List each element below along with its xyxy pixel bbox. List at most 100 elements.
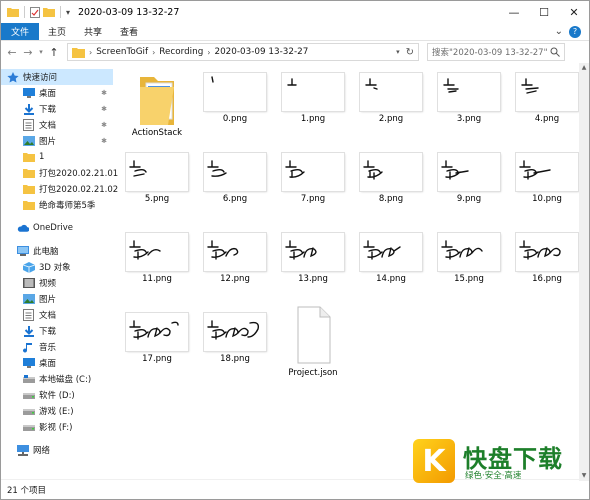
file-tile[interactable]: 4.png (509, 73, 585, 124)
nav-quick-item[interactable]: 桌面 ✱ (1, 85, 113, 101)
close-button[interactable]: ✕ (559, 1, 589, 23)
nav-item-label: 图片 (39, 137, 57, 147)
nav-quick-item[interactable]: 打包2020.02.21.02 (1, 181, 118, 197)
watermark-logo: K 快盘下载 绿色·安全·高速 (413, 437, 581, 487)
nav-pc-item[interactable]: 游戏 (E:) (1, 403, 113, 419)
back-button[interactable]: ← (5, 44, 19, 60)
breadcrumb-current[interactable]: 2020-03-09 13-32-27 (214, 47, 308, 57)
file-name: 10.png (532, 194, 562, 204)
pin-icon: ✱ (101, 121, 107, 129)
image-thumbnail (204, 313, 266, 351)
nav-pc-item[interactable]: 影视 (F:) (1, 419, 113, 435)
address-row: ← → ▾ ↑ › ScreenToGif › Recording › 2020… (1, 41, 589, 63)
nav-pc-item[interactable]: 音乐 (1, 339, 113, 355)
nav-pc-item[interactable]: 3D 对象 (1, 259, 113, 275)
watermark-k-icon: K (413, 439, 455, 483)
tab-view[interactable]: 查看 (111, 23, 147, 40)
nav-item-label: 打包2020.02.21.02 (39, 185, 119, 195)
nav-onedrive[interactable]: OneDrive (1, 220, 113, 236)
file-tile[interactable]: 9.png (431, 153, 507, 204)
nav-pc-item[interactable]: 软件 (D:) (1, 387, 113, 403)
search-input[interactable]: 搜索"2020-03-09 13-32-27" (427, 43, 565, 61)
expand-ribbon-icon[interactable]: ⌄ (555, 26, 563, 37)
nav-item-label: 此电脑 (33, 247, 59, 257)
file-tile[interactable]: 5.png (119, 153, 195, 204)
file-tile[interactable]: 10.png (509, 153, 585, 204)
file-name: 2.png (378, 114, 404, 124)
file-tile[interactable]: 11.png (119, 233, 195, 284)
file-tile[interactable]: 8.png (353, 153, 429, 204)
nav-quick-item[interactable]: 1 (1, 149, 113, 165)
recent-locations-button[interactable]: ▾ (37, 44, 45, 60)
file-name: ActionStack (131, 128, 183, 138)
file-tile[interactable]: 7.png (275, 153, 351, 204)
nav-pc-item[interactable]: 视频 (1, 275, 113, 291)
address-dropdown-icon[interactable]: ▾ (396, 48, 400, 56)
file-tile[interactable]: 3.png (431, 73, 507, 124)
computer-icon (17, 246, 29, 256)
nav-quick-item[interactable]: 下载 ✱ (1, 101, 113, 117)
file-name: 3.png (456, 114, 482, 124)
help-icon[interactable]: ? (569, 25, 581, 38)
properties-icon[interactable] (30, 6, 40, 18)
up-button[interactable]: ↑ (47, 44, 61, 60)
vertical-scrollbar[interactable]: ▲ ▼ (579, 63, 589, 481)
maximize-button[interactable]: ☐ (529, 1, 559, 23)
nav-quick-item[interactable]: 文档 ✱ (1, 117, 113, 133)
breadcrumb-screentogif[interactable]: ScreenToGif (96, 47, 148, 57)
search-icon (550, 47, 560, 57)
nav-pc-item[interactable]: 下载 (1, 323, 113, 339)
folder-icon (72, 47, 85, 58)
title-bar: ▾ 2020-03-09 13-32-27 — ☐ ✕ (1, 1, 589, 23)
nav-item-label: 下载 (39, 105, 57, 115)
nav-item-label: 快速访问 (23, 73, 58, 83)
forward-button[interactable]: → (21, 44, 35, 60)
file-tile[interactable]: ActionStack (119, 73, 195, 138)
tab-file[interactable]: 文件 (1, 23, 40, 40)
file-tile[interactable]: 15.png (431, 233, 507, 284)
scroll-up-icon[interactable]: ▲ (579, 63, 589, 73)
new-folder-icon[interactable] (43, 7, 55, 17)
file-name: 16.png (532, 274, 562, 284)
file-tile[interactable]: 6.png (197, 153, 273, 204)
folder-icon (23, 168, 35, 178)
nav-item-label: 视频 (39, 279, 57, 289)
breadcrumb-recording[interactable]: Recording (159, 47, 203, 57)
nav-quick-item[interactable]: 图片 ✱ (1, 133, 113, 149)
tab-home[interactable]: 主页 (39, 23, 75, 40)
file-tile[interactable]: 17.png (119, 313, 195, 364)
nav-pc-item[interactable]: 桌面 (1, 355, 113, 371)
nav-item-label: 游戏 (E:) (39, 407, 74, 417)
file-tile[interactable]: 1.png (275, 73, 351, 124)
file-tile[interactable]: 12.png (197, 233, 273, 284)
customize-qat-icon[interactable]: ▾ (66, 8, 70, 17)
file-tile[interactable]: 14.png (353, 233, 429, 284)
nav-pc-item[interactable]: 文档 (1, 307, 113, 323)
file-name: 0.png (222, 114, 248, 124)
address-bar[interactable]: › ScreenToGif › Recording › 2020-03-09 1… (67, 43, 419, 61)
breadcrumb-separator: › (152, 47, 156, 57)
file-tile[interactable]: 16.png (509, 233, 585, 284)
nav-network[interactable]: 网络 (1, 442, 113, 458)
minimize-button[interactable]: — (499, 1, 529, 23)
image-thumbnail (438, 153, 500, 191)
file-tile[interactable]: Project.json (275, 306, 351, 378)
document-icon (23, 309, 35, 321)
file-tile[interactable]: 13.png (275, 233, 351, 284)
file-tile[interactable]: 2.png (353, 73, 429, 124)
network-icon (17, 444, 29, 456)
nav-pc-item[interactable]: 图片 (1, 291, 113, 307)
nav-quick-item[interactable]: 绝命毒师第5季 (1, 197, 113, 213)
ribbon-tabs: 文件 主页 共享 查看 ⌄ ? (1, 23, 589, 41)
nav-quick-item[interactable]: 打包2020.02.21.01 (1, 165, 118, 181)
nav-this-pc[interactable]: 此电脑 (1, 243, 113, 259)
nav-quick-access[interactable]: 快速访问 (1, 69, 113, 85)
refresh-icon[interactable]: ↻ (406, 47, 414, 58)
music-icon (23, 342, 35, 353)
tab-share[interactable]: 共享 (75, 23, 111, 40)
file-name: 12.png (220, 274, 250, 284)
file-tile[interactable]: 18.png (197, 313, 273, 364)
nav-pc-item[interactable]: 本地磁盘 (C:) (1, 371, 113, 387)
file-tile[interactable]: 0.png (197, 73, 273, 124)
image-thumbnail (516, 233, 578, 271)
